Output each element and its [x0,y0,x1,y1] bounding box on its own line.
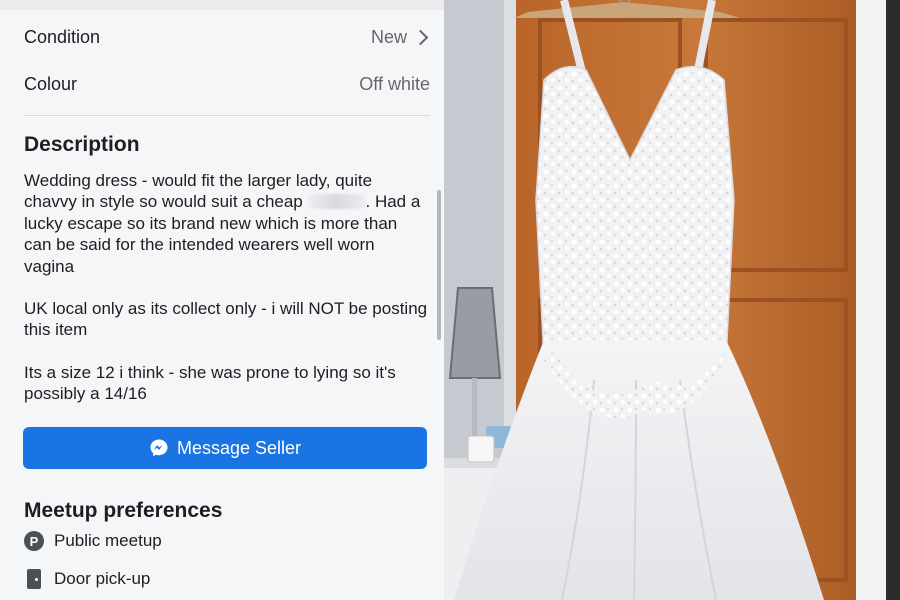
description-paragraph-1: Wedding dress - would fit the larger lad… [24,170,428,277]
meetup-option-label: Door pick-up [54,569,151,588]
meetup-option-door: Door pick-up [24,569,150,589]
description-paragraph-3: Its a size 12 i think - she was prone to… [24,362,396,404]
chevron-right-icon [412,29,429,45]
colour-label: Colour [24,73,78,94]
description-paragraph-2: UK local only as its collect only - i wi… [24,299,428,340]
condition-row[interactable]: Condition New [24,17,430,57]
scrollbar[interactable] [437,190,441,340]
description-heading: Description [24,133,140,156]
description-text: Wedding dress - would fit the larger lad… [24,170,428,426]
meetup-option-public: P Public meetup [24,531,162,551]
dress-photo-illustration [444,0,900,600]
section-divider [24,115,430,116]
colour-row: Colour Off white [24,64,430,104]
door-icon [27,569,41,589]
message-seller-button[interactable]: Message Seller [23,427,427,469]
condition-value: New [370,26,407,47]
message-seller-label: Message Seller [176,437,302,458]
dress-photo [444,0,900,600]
censored-word [307,194,366,210]
condition-label: Condition [24,26,101,47]
colour-value: Off white [359,73,430,94]
cut-off-row [0,0,444,10]
listing-panel: Condition New Colour Off white Descripti… [0,0,444,600]
meetup-heading: Meetup preferences [24,499,223,522]
parking-icon: P [24,531,44,551]
meetup-option-label: Public meetup [54,531,162,550]
messenger-icon [150,439,168,457]
